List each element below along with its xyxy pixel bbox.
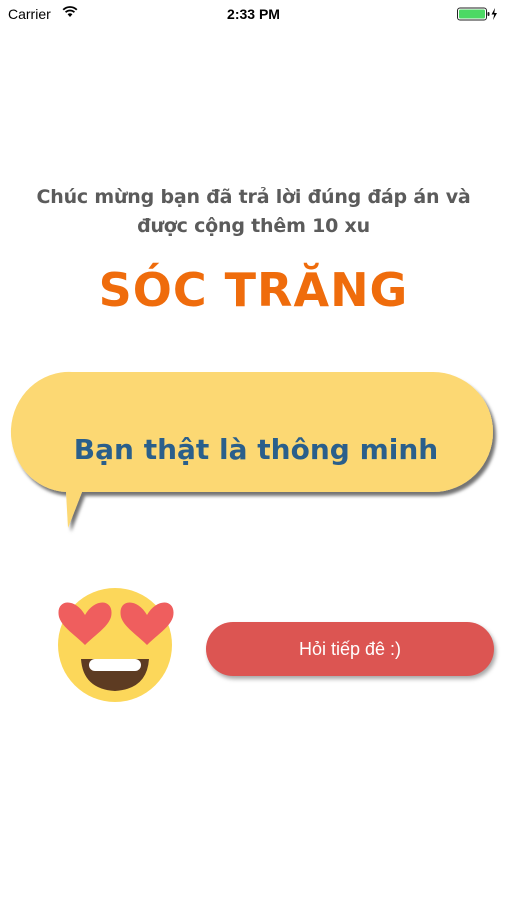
bubble-text: Bạn thật là thông minh [73,433,439,466]
clock: 2:33 PM [227,6,280,22]
congrats-line-1: Chúc mừng bạn đã trả lời đúng đáp án và [36,186,471,208]
status-bar: Carrier 2:33 PM [0,0,507,28]
congrats-message: Chúc mừng bạn đã trả lời đúng đáp án và … [20,183,487,241]
congrats-line-2: được cộng thêm 10 xu [137,215,370,237]
heart-eyes-emoji-icon [58,588,174,702]
speech-bubble: Bạn thật là thông minh [0,360,507,540]
answer-title: SÓC TRĂNG [98,263,409,317]
next-question-button[interactable]: Hỏi tiếp đê :) [206,622,494,676]
battery-charging-icon [457,7,497,21]
